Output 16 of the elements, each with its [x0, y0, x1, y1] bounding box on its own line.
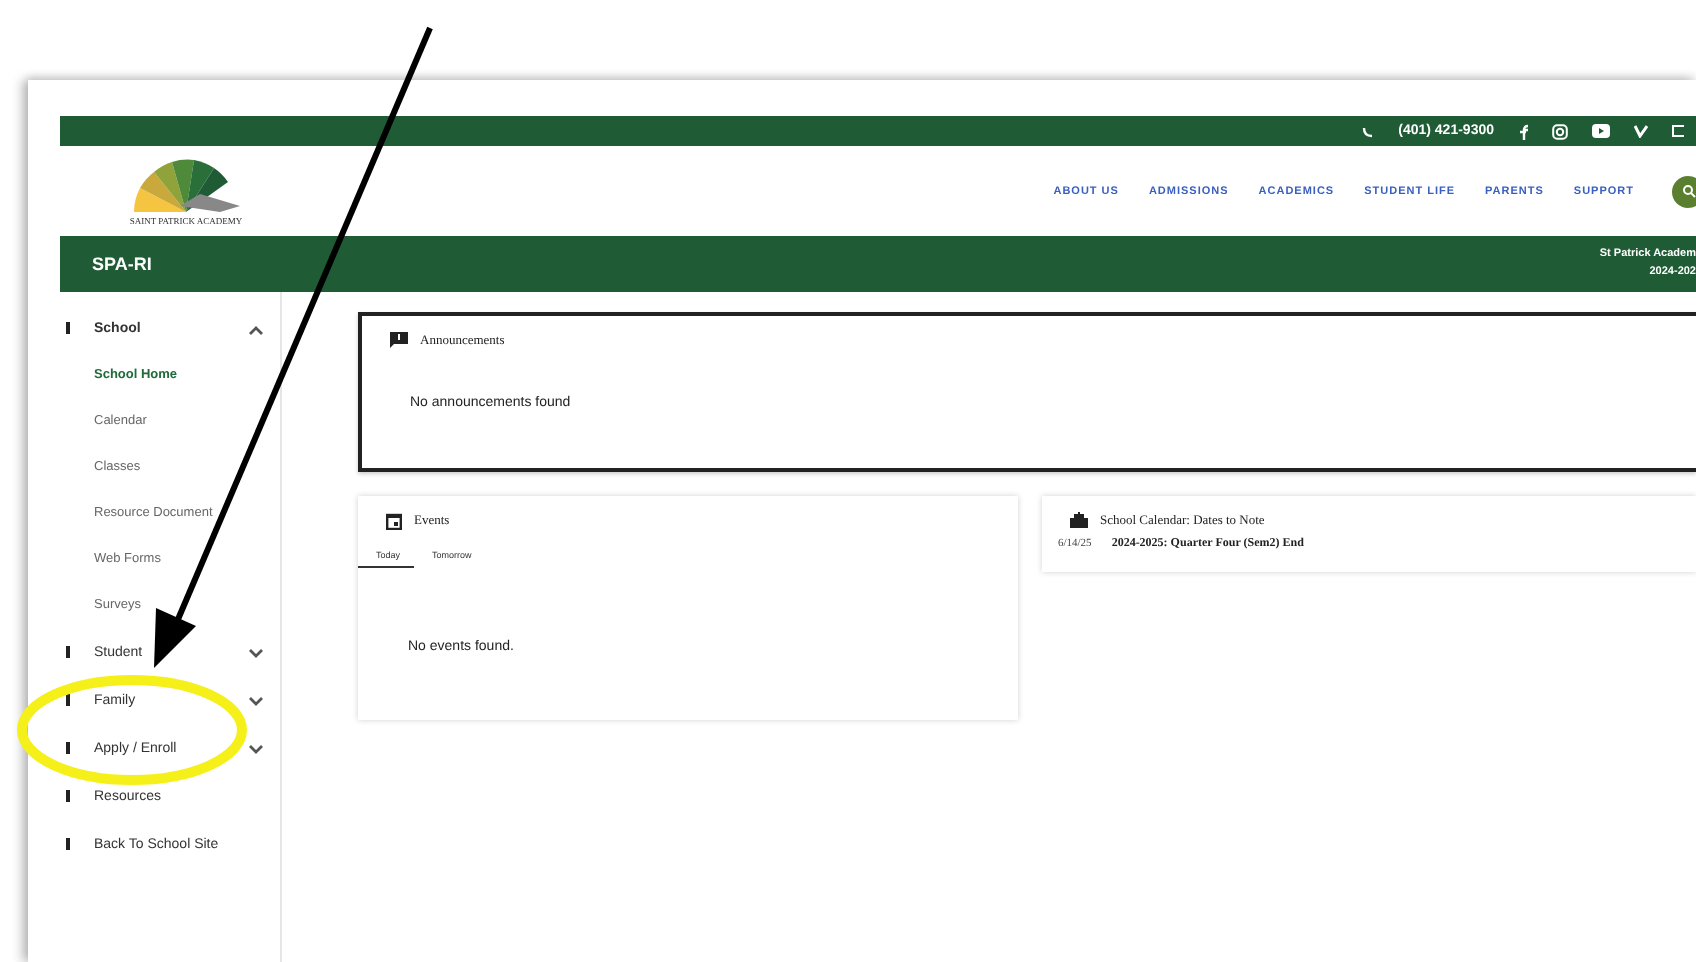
sunburst-logo-icon — [128, 156, 244, 216]
chevron-down-icon[interactable] — [248, 648, 264, 660]
search-button[interactable] — [1672, 175, 1696, 207]
facebook-icon[interactable] — [1518, 123, 1528, 139]
message-alert-icon — [390, 332, 408, 348]
chevron-down-icon[interactable] — [248, 696, 264, 708]
school-building-icon — [1070, 512, 1088, 528]
chevron-down-icon[interactable] — [248, 744, 264, 756]
calendar-icon — [386, 512, 402, 530]
site-title: SPA-RI — [92, 254, 152, 274]
search-icon — [1681, 184, 1695, 198]
phone-icon — [1362, 125, 1375, 137]
v-logo-icon[interactable] — [1634, 124, 1648, 138]
video-play-icon[interactable] — [1592, 124, 1610, 138]
instagram-icon[interactable] — [1552, 123, 1568, 139]
chevron-up-icon[interactable] — [248, 324, 264, 336]
